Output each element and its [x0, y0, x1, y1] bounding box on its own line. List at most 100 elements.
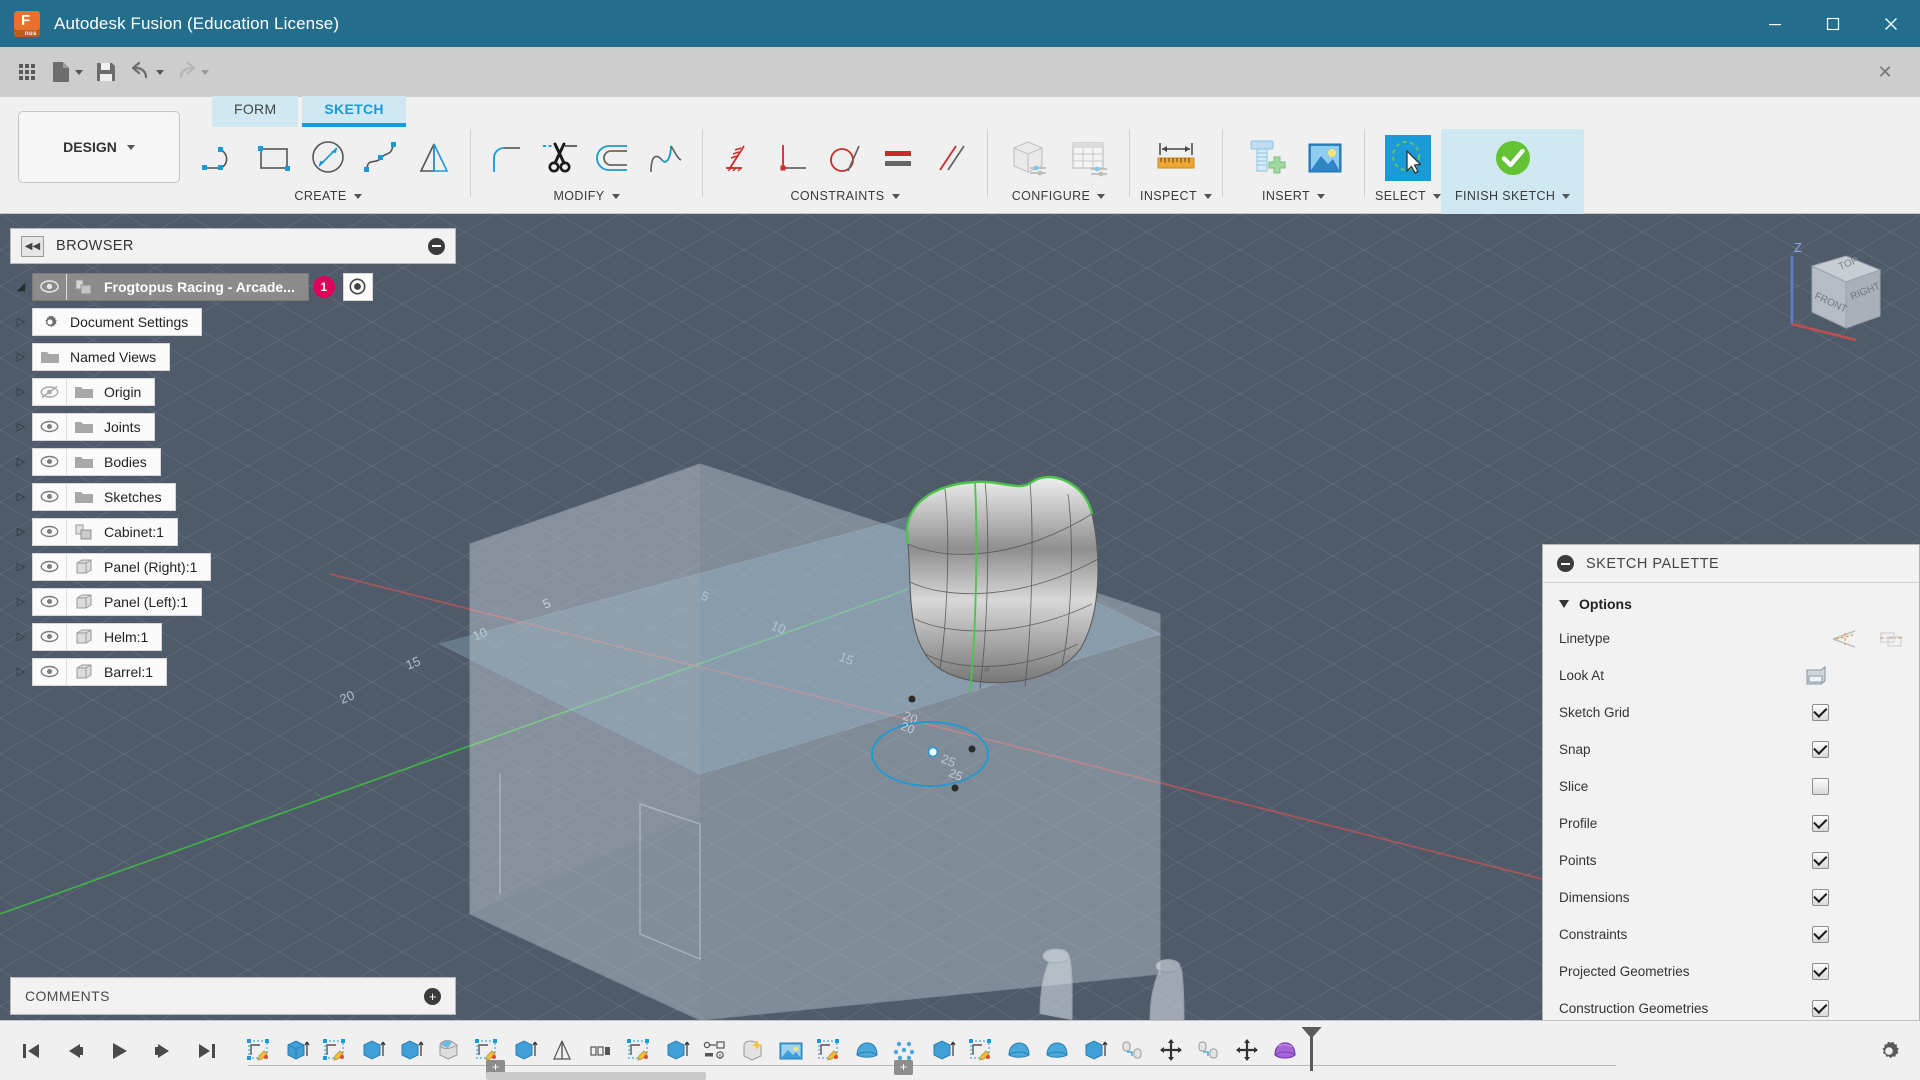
projected-geometries-checkbox[interactable]	[1812, 963, 1829, 980]
pattern-feature[interactable]	[582, 1034, 620, 1068]
ribbon-group-label-select[interactable]: SELECT	[1375, 189, 1442, 203]
tree-row-helm[interactable]: ▷ Helm:1	[10, 619, 456, 654]
visibility-eye-icon[interactable]	[33, 623, 67, 650]
sketch-feature[interactable]	[468, 1034, 506, 1068]
expand-caret-icon[interactable]: ▷	[10, 525, 32, 538]
form-feature[interactable]	[1038, 1034, 1076, 1068]
visibility-eye-icon[interactable]	[33, 483, 67, 510]
visibility-eye-off-icon[interactable]	[33, 378, 67, 405]
tree-row-document-settings[interactable]: ▷ Document Settings	[10, 304, 456, 339]
extrude-feature[interactable]	[354, 1034, 392, 1068]
expand-caret-icon[interactable]: ▷	[10, 595, 32, 608]
rectangle-tool[interactable]	[249, 130, 301, 186]
maximize-button[interactable]	[1804, 0, 1862, 47]
visibility-eye-icon[interactable]	[33, 413, 67, 440]
ribbon-group-label-constraints[interactable]: CONSTRAINTS	[791, 189, 900, 203]
joint-feature[interactable]	[1190, 1034, 1228, 1068]
3d-viewport[interactable]: 5 10 15 20 5 10 15 20 25	[0, 214, 1920, 1020]
tree-row-named-views[interactable]: ▷ Named Views	[10, 339, 456, 374]
ribbon-group-label-finish-sketch[interactable]: FINISH SKETCH	[1455, 189, 1571, 203]
visibility-eye-icon[interactable]	[33, 448, 67, 475]
perpendicular-constraint[interactable]	[766, 130, 818, 186]
sketch-feature[interactable]	[620, 1034, 658, 1068]
expand-caret-icon[interactable]: ▷	[10, 490, 32, 503]
trim-tool[interactable]	[534, 130, 586, 186]
visibility-eye-icon[interactable]	[33, 273, 67, 300]
mirror-tool[interactable]	[408, 130, 460, 186]
extrude-feature[interactable]	[278, 1034, 316, 1068]
form-active-feature[interactable]	[1266, 1034, 1304, 1068]
measure-tool[interactable]	[1146, 130, 1206, 186]
joint-feature[interactable]	[1114, 1034, 1152, 1068]
dimensions-checkbox[interactable]	[1812, 889, 1829, 906]
visibility-eye-icon[interactable]	[33, 658, 67, 685]
points-checkbox[interactable]	[1812, 852, 1829, 869]
tree-row-joints[interactable]: ▷ Joints	[10, 409, 456, 444]
expand-caret-icon[interactable]: ◢	[10, 280, 32, 293]
comments-panel[interactable]: COMMENTS +	[10, 977, 456, 1015]
constraints-checkbox[interactable]	[1812, 926, 1829, 943]
points-feature[interactable]	[886, 1034, 924, 1068]
sketch-feature[interactable]	[240, 1034, 278, 1068]
ribbon-group-label-insert[interactable]: INSERT	[1262, 189, 1325, 203]
insert-canvas[interactable]	[1294, 130, 1354, 186]
select-tool[interactable]	[1385, 135, 1431, 181]
centerline-icon[interactable]	[1879, 629, 1903, 649]
profile-checkbox[interactable]	[1812, 815, 1829, 832]
view-cube[interactable]: Z TOP FRONT RIGHT	[1782, 236, 1894, 348]
finish-sketch-action[interactable]	[1487, 130, 1539, 186]
timeline-settings-button[interactable]	[1876, 1038, 1920, 1064]
fix-constraint[interactable]	[713, 130, 765, 186]
tree-row-bodies[interactable]: ▷ Bodies	[10, 444, 456, 479]
timeline-scrollbar[interactable]	[486, 1071, 706, 1080]
configure-body[interactable]	[998, 130, 1058, 186]
move-feature[interactable]	[1152, 1034, 1190, 1068]
sketch-feature[interactable]	[810, 1034, 848, 1068]
options-section-header[interactable]: Options	[1543, 583, 1919, 620]
slice-checkbox[interactable]	[1812, 778, 1829, 795]
expand-caret-icon[interactable]: ▷	[10, 560, 32, 573]
extrude-feature[interactable]	[506, 1034, 544, 1068]
minimize-button[interactable]	[1746, 0, 1804, 47]
close-document-button[interactable]: ✕	[1874, 61, 1896, 83]
tree-row-root[interactable]: ◢ Frogtopus Racing - Arcade... 1	[10, 269, 456, 304]
step-forward-button[interactable]	[150, 1038, 176, 1064]
status-badge[interactable]: 1	[312, 275, 335, 298]
tree-row-origin[interactable]: ▷ Origin	[10, 374, 456, 409]
design-workspace-dropdown[interactable]: DESIGN	[18, 111, 180, 183]
offset-tool[interactable]	[587, 130, 639, 186]
sketch-grid-checkbox[interactable]	[1812, 704, 1829, 721]
parallel-constraint[interactable]	[925, 130, 977, 186]
activate-component-icon[interactable]	[342, 272, 373, 301]
expand-caret-icon[interactable]: ▷	[10, 350, 32, 363]
close-window-button[interactable]	[1862, 0, 1920, 47]
snap-checkbox[interactable]	[1812, 741, 1829, 758]
visibility-eye-icon[interactable]	[33, 553, 67, 580]
play-button[interactable]	[106, 1038, 132, 1064]
expand-caret-icon[interactable]: ▷	[10, 665, 32, 678]
extrude-feature[interactable]	[392, 1034, 430, 1068]
palette-minimize-icon[interactable]	[1557, 555, 1574, 572]
sketch-feature[interactable]	[962, 1034, 1000, 1068]
jump-end-button[interactable]	[194, 1038, 220, 1064]
visibility-eye-icon[interactable]	[33, 588, 67, 615]
browser-minimize-icon[interactable]	[428, 237, 445, 255]
expand-caret-icon[interactable]: ▷	[10, 315, 32, 328]
line-tool[interactable]	[196, 130, 248, 186]
insert-mcmaster[interactable]	[1233, 130, 1293, 186]
sketch-feature[interactable]	[316, 1034, 354, 1068]
timeline-track[interactable]: 8 + +	[240, 1021, 1876, 1080]
extrude-feature[interactable]	[924, 1034, 962, 1068]
tree-row-cabinet[interactable]: ▷ Cabinet:1	[10, 514, 456, 549]
ribbon-group-label-modify[interactable]: MODIFY	[553, 189, 620, 203]
fillet-tool[interactable]	[481, 130, 533, 186]
mirror-feature[interactable]	[544, 1034, 582, 1068]
tree-row-panel-right[interactable]: ▷ Panel (Right):1	[10, 549, 456, 584]
fillet-feature[interactable]	[430, 1034, 468, 1068]
parameters-feature[interactable]: 8	[696, 1034, 734, 1068]
collapse-browser-button[interactable]: ◀◀	[21, 235, 44, 257]
ribbon-group-label-inspect[interactable]: INSPECT	[1140, 189, 1212, 203]
ribbon-group-label-create[interactable]: CREATE	[294, 189, 362, 203]
extrude-feature[interactable]	[658, 1034, 696, 1068]
expand-caret-icon[interactable]: ▷	[10, 630, 32, 643]
